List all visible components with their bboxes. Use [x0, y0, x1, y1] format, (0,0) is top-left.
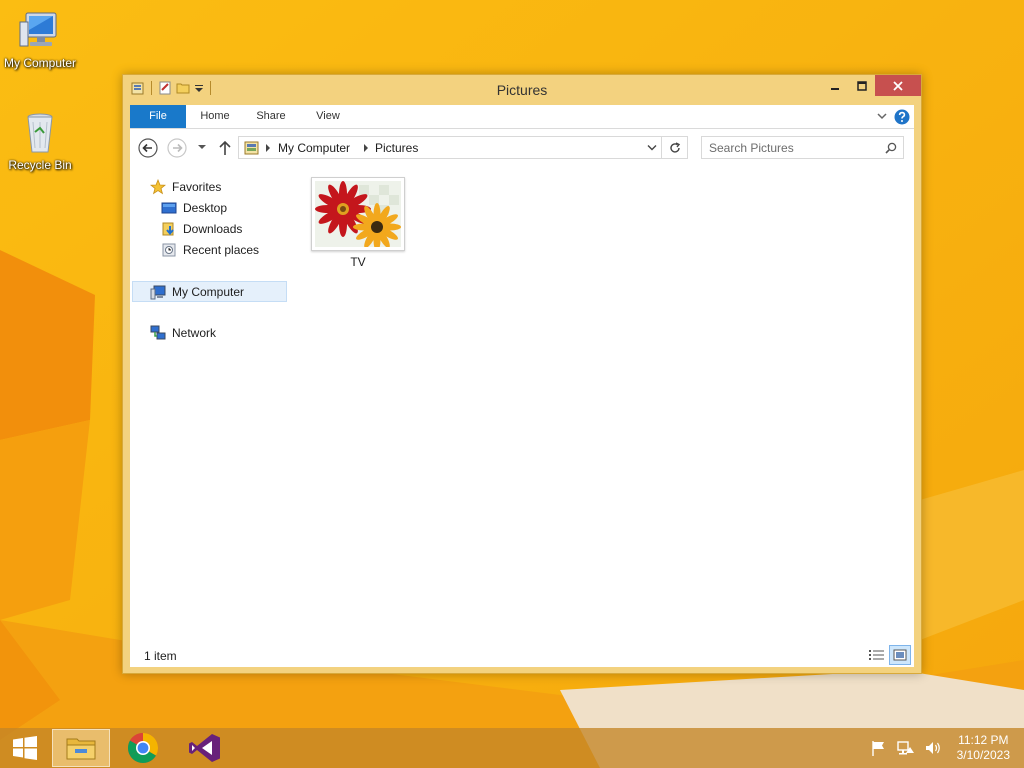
tab-home[interactable]: Home	[192, 105, 238, 128]
nav-item-network[interactable]: Network	[150, 323, 216, 343]
volume-icon[interactable]	[924, 739, 942, 757]
file-item-tv[interactable]: TV	[310, 177, 406, 277]
nav-item-downloads[interactable]: Downloads	[161, 219, 242, 239]
computer-icon	[19, 12, 57, 47]
breadcrumb-separator-icon[interactable]	[265, 144, 271, 152]
desktop-icon-recycle-bin[interactable]: Recycle Bin	[0, 110, 80, 172]
search-icon[interactable]	[885, 142, 897, 154]
nav-item-label: Network	[172, 326, 217, 340]
recent-places-icon	[162, 243, 176, 257]
system-clock[interactable]: 11:12 PM 3/10/2023	[957, 733, 1010, 763]
file-list[interactable]: TV	[290, 167, 914, 643]
navigation-pane: Favorites Desktop Downloads Recent place…	[130, 167, 290, 643]
nav-item-my-computer[interactable]: My Computer	[132, 281, 287, 302]
minimize-button[interactable]	[821, 75, 848, 96]
action-center-flag-icon[interactable]	[870, 739, 888, 757]
title-bar[interactable]: Pictures	[123, 75, 921, 105]
nav-item-desktop[interactable]: Desktop	[161, 198, 227, 218]
up-arrow-icon[interactable]	[218, 139, 232, 157]
ribbon-tabs: File Home Share View	[130, 105, 914, 129]
taskbar-visual-studio[interactable]	[176, 728, 234, 768]
nav-item-label: Recent places	[183, 243, 260, 257]
desktop-icon	[161, 202, 177, 214]
nav-item-recent-places[interactable]: Recent places	[161, 240, 259, 260]
taskbar: 11:12 PM 3/10/2023	[0, 728, 1024, 768]
search-box[interactable]	[701, 136, 904, 159]
taskbar-chrome[interactable]	[114, 728, 172, 768]
status-bar: 1 item	[130, 643, 914, 667]
chrome-icon	[127, 733, 159, 764]
pictures-folder-icon	[244, 141, 259, 155]
minimize-icon	[830, 87, 839, 90]
recent-locations-icon[interactable]	[197, 143, 207, 151]
explorer-window[interactable]: Pictures File Home Share View My Compute…	[122, 74, 922, 674]
address-bar[interactable]: My Computer Pictures	[238, 136, 662, 159]
downloads-icon	[162, 222, 174, 236]
window-title: Pictures	[496, 82, 548, 98]
visual-studio-icon	[189, 734, 220, 762]
refresh-button[interactable]	[662, 136, 688, 159]
breadcrumb-my-computer[interactable]: My Computer	[278, 141, 350, 155]
network-icon[interactable]	[896, 739, 916, 757]
file-explorer-icon	[66, 738, 96, 760]
search-input[interactable]	[702, 137, 877, 158]
refresh-icon	[669, 141, 680, 153]
start-button[interactable]	[0, 728, 50, 768]
close-icon	[893, 80, 903, 91]
tab-view[interactable]: View	[306, 105, 350, 128]
windows-logo-icon	[13, 736, 37, 760]
star-icon	[150, 179, 166, 195]
network-icon	[150, 325, 166, 340]
back-arrow-icon[interactable]	[138, 138, 158, 158]
maximize-button[interactable]	[848, 75, 875, 96]
desktop-icon-my-computer[interactable]: My Computer	[0, 8, 80, 70]
tab-file[interactable]: File	[130, 105, 186, 128]
nav-item-favorites[interactable]: Favorites	[150, 177, 221, 197]
clock-date: 3/10/2023	[956, 748, 1010, 762]
window-controls	[821, 75, 921, 96]
file-item-label: TV	[350, 255, 366, 269]
computer-icon	[150, 285, 166, 299]
forward-arrow-icon[interactable]	[167, 138, 187, 158]
flower-picture-icon	[315, 181, 401, 251]
tab-share[interactable]: Share	[246, 105, 296, 128]
item-count: 1 item	[144, 649, 177, 663]
maximize-icon	[856, 80, 867, 91]
nav-item-label: Favorites	[172, 180, 222, 194]
clock-time: 11:12 PM	[958, 733, 1009, 747]
expand-ribbon-icon[interactable]	[876, 110, 888, 122]
breadcrumb-pictures[interactable]: Pictures	[375, 141, 418, 155]
details-view-icon[interactable]	[868, 647, 886, 663]
breadcrumb-separator-icon[interactable]	[363, 144, 369, 152]
nav-item-label: My Computer	[172, 284, 245, 299]
close-button[interactable]	[875, 75, 921, 96]
folder-thumbnail	[311, 177, 405, 251]
desktop-icon-label: My Computer	[3, 56, 77, 70]
navigation-bar: My Computer Pictures	[130, 129, 914, 167]
nav-item-label: Desktop	[183, 201, 228, 215]
system-tray	[870, 728, 942, 768]
address-dropdown-icon[interactable]	[647, 144, 657, 152]
recycle-bin-icon	[27, 113, 53, 153]
large-icons-view-icon	[893, 649, 907, 661]
taskbar-file-explorer[interactable]	[52, 729, 110, 767]
help-icon[interactable]	[894, 109, 910, 125]
content-area: Favorites Desktop Downloads Recent place…	[130, 167, 914, 643]
large-icons-view-button[interactable]	[889, 645, 911, 665]
nav-item-label: Downloads	[183, 222, 243, 236]
desktop-icon-label: Recycle Bin	[8, 158, 72, 172]
